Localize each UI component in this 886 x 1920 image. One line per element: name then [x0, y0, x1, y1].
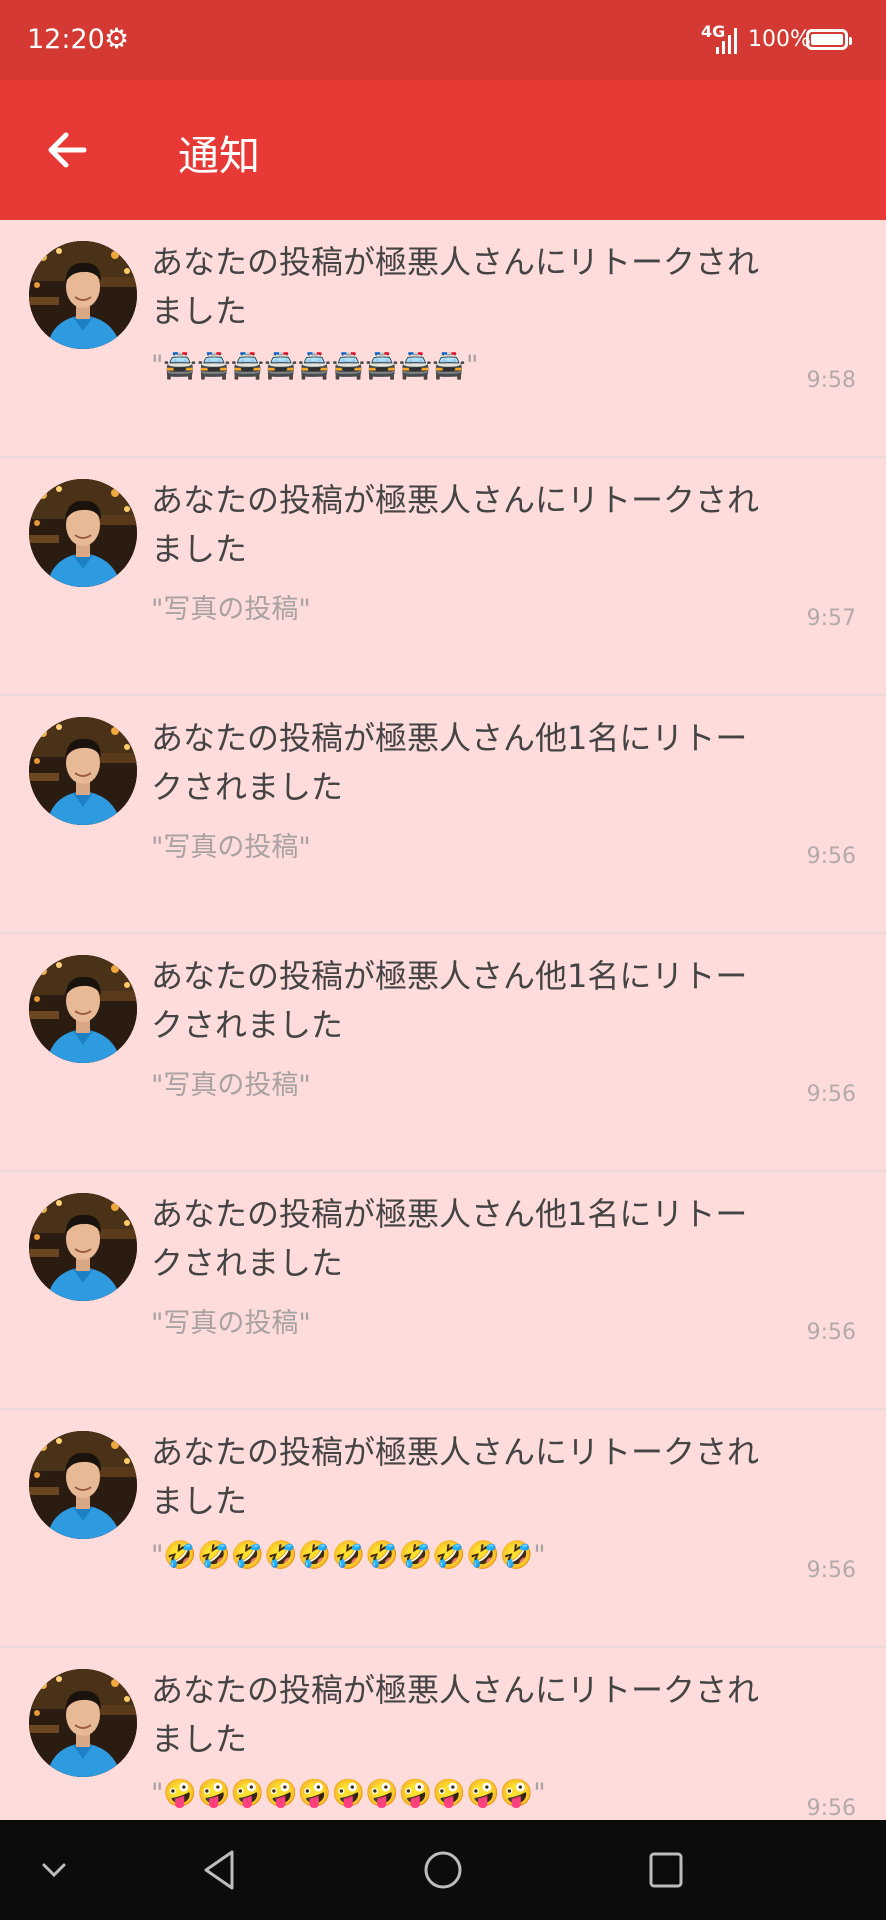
notification-message: あなたの投稿が極悪人さん他1名にリトークされました	[151, 957, 748, 1044]
notification-time: 9:58	[806, 368, 856, 393]
system-nav-bar	[0, 1820, 886, 1920]
notification-message: あなたの投稿が極悪人さん他1名にリトークされました	[151, 1195, 748, 1282]
notification-item[interactable]: あなたの投稿が極悪人さん他1名にリトークされました "写真の投稿" 9:56	[0, 696, 886, 934]
square-recents-icon[interactable]	[646, 1820, 686, 1920]
user-avatar[interactable]	[29, 955, 137, 1063]
notification-quote: "🤪🤪🤪🤪🤪🤪🤪🤪🤪🤪🤪"	[151, 1778, 546, 1809]
notification-message: あなたの投稿が極悪人さん他1名にリトークされました	[151, 719, 748, 806]
status-time: 12:20	[27, 24, 105, 55]
notification-time: 9:56	[806, 1558, 856, 1583]
notification-message: あなたの投稿が極悪人さんにリトークされました	[151, 243, 760, 330]
triangle-back-icon[interactable]	[200, 1820, 240, 1920]
user-avatar[interactable]	[29, 241, 137, 349]
notification-quote: "写真の投稿"	[151, 832, 311, 863]
notification-time: 9:56	[806, 1082, 856, 1107]
notification-quote: "写真の投稿"	[151, 594, 311, 625]
notification-item[interactable]: あなたの投稿が極悪人さん他1名にリトークされました "写真の投稿" 9:56	[0, 934, 886, 1172]
notification-quote: "写真の投稿"	[151, 1308, 311, 1339]
back-button[interactable]	[40, 120, 100, 180]
notification-time: 9:56	[806, 844, 856, 869]
notification-time: 9:57	[806, 606, 856, 631]
battery-percent: 100%	[748, 27, 811, 52]
user-avatar[interactable]	[29, 479, 137, 587]
notification-quote: "写真の投稿"	[151, 1070, 311, 1101]
notification-time: 9:56	[806, 1796, 856, 1820]
notification-time: 9:56	[806, 1320, 856, 1345]
app-bar: 通知	[0, 80, 886, 220]
chevron-down-icon[interactable]	[36, 1820, 72, 1920]
notification-quote: "🚔🚔🚔🚔🚔🚔🚔🚔🚔"	[151, 350, 479, 381]
gear-icon: ⚙	[104, 22, 130, 55]
battery-icon	[806, 29, 852, 50]
user-avatar[interactable]	[29, 717, 137, 825]
notification-message: あなたの投稿が極悪人さんにリトークされました	[151, 1433, 760, 1520]
notification-message: あなたの投稿が極悪人さんにリトークされました	[151, 481, 760, 568]
notification-item[interactable]: あなたの投稿が極悪人さんにリトークされました "🚔🚔🚔🚔🚔🚔🚔🚔🚔" 9:58	[0, 220, 886, 458]
user-avatar[interactable]	[29, 1431, 137, 1539]
notification-item[interactable]: あなたの投稿が極悪人さんにリトークされました "🤪🤪🤪🤪🤪🤪🤪🤪🤪🤪🤪" 9:5…	[0, 1648, 886, 1820]
user-avatar[interactable]	[29, 1193, 137, 1301]
notification-item[interactable]: あなたの投稿が極悪人さん他1名にリトークされました "写真の投稿" 9:56	[0, 1172, 886, 1410]
notification-list: あなたの投稿が極悪人さんにリトークされました "🚔🚔🚔🚔🚔🚔🚔🚔🚔" 9:58 …	[0, 220, 886, 1820]
page-title: 通知	[178, 132, 260, 180]
notification-quote: "🤣🤣🤣🤣🤣🤣🤣🤣🤣🤣🤣"	[151, 1540, 546, 1571]
notification-item[interactable]: あなたの投稿が極悪人さんにリトークされました "写真の投稿" 9:57	[0, 458, 886, 696]
signal-icon	[716, 28, 740, 54]
circle-home-icon[interactable]	[420, 1820, 466, 1920]
user-avatar[interactable]	[29, 1669, 137, 1777]
arrow-left-icon	[48, 132, 87, 168]
status-bar: 12:20 ⚙ 4G 100%	[0, 0, 886, 80]
notification-item[interactable]: あなたの投稿が極悪人さんにリトークされました "🤣🤣🤣🤣🤣🤣🤣🤣🤣🤣🤣" 9:5…	[0, 1410, 886, 1648]
notification-message: あなたの投稿が極悪人さんにリトークされました	[151, 1671, 760, 1758]
